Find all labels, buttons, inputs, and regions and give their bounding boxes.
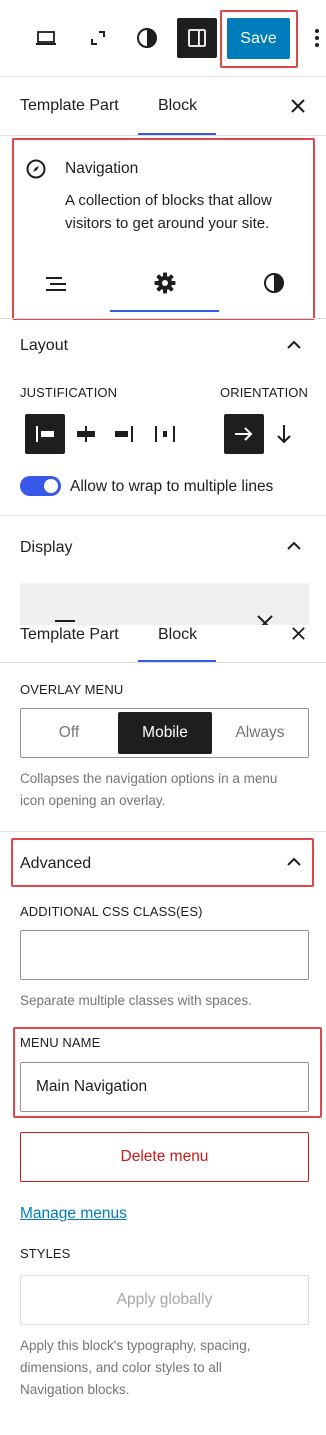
apply-globally-label: Apply globally — [116, 1291, 213, 1308]
advanced-collapse-toggle[interactable] — [282, 850, 306, 874]
sidebar-icon — [188, 29, 206, 47]
fullscreen-icon — [91, 31, 105, 45]
compass-icon — [26, 159, 46, 179]
justify-center-button[interactable] — [72, 414, 100, 454]
tabs-divider — [0, 135, 326, 136]
display-preview-area — [20, 583, 309, 625]
chevron-up-icon — [287, 857, 301, 866]
delete-menu-label: Delete menu — [120, 1148, 209, 1165]
overlay-option-always[interactable]: Always — [212, 709, 308, 757]
toolbar-divider — [0, 76, 326, 77]
arrow-right-icon — [235, 427, 253, 441]
styles-label: STYLES — [20, 1246, 71, 1261]
tab-block[interactable]: Block — [158, 97, 197, 115]
tab-template-part[interactable]: Template Part — [20, 97, 119, 115]
orientation-label: ORIENTATION — [220, 385, 309, 400]
tab-list-view[interactable] — [40, 270, 72, 298]
close-sidebar-button[interactable] — [286, 94, 310, 118]
block-card-divider — [0, 318, 326, 319]
css-class-input[interactable] — [20, 930, 309, 980]
delete-menu-button[interactable]: Delete menu — [20, 1132, 309, 1182]
list-view-icon — [46, 277, 66, 291]
apply-help-line3: Navigation blocks. — [20, 1382, 130, 1397]
justify-center-icon — [77, 426, 95, 442]
block-card-description-line2: visitors to get around your site. — [65, 215, 270, 232]
justify-space-between-icon — [155, 426, 175, 442]
css-class-label: ADDITIONAL CSS CLASS(ES) — [20, 904, 203, 919]
close-icon — [291, 99, 305, 113]
overlay-divider — [0, 831, 326, 832]
justify-left-icon — [36, 426, 54, 442]
tab-styles[interactable] — [259, 268, 289, 298]
fullscreen-button[interactable] — [82, 22, 114, 54]
menu-name-input[interactable] — [20, 1062, 309, 1112]
menu-name-label: MENU NAME — [20, 1035, 101, 1050]
styles-button[interactable] — [131, 22, 163, 54]
overlay-option-off[interactable]: Off — [21, 709, 117, 757]
overlay-option-mobile[interactable]: Mobile — [118, 712, 212, 754]
orientation-horizontal-button[interactable] — [224, 414, 264, 454]
tab-settings[interactable] — [150, 268, 180, 298]
justify-right-icon — [115, 426, 133, 442]
display-panel-title[interactable]: Display — [20, 539, 72, 557]
tab-template-part-second[interactable]: Template Part — [20, 626, 119, 644]
settings-sidebar-button[interactable] — [177, 18, 217, 58]
tab-block-second[interactable]: Block — [158, 626, 197, 644]
close-icon — [291, 626, 305, 640]
display-preview-close-icon — [257, 615, 273, 625]
block-card-icon — [24, 157, 48, 181]
justify-space-between-button[interactable] — [150, 414, 180, 454]
display-collapse-toggle[interactable] — [282, 534, 306, 558]
arrow-down-icon — [277, 425, 291, 444]
css-class-help: Separate multiple classes with spaces. — [20, 993, 252, 1008]
overlay-help-line2: icon opening an overlay. — [20, 793, 166, 808]
overlay-option-always-label: Always — [235, 724, 285, 741]
advanced-panel-title[interactable]: Advanced — [20, 855, 91, 873]
layout-panel-title[interactable]: Layout — [20, 337, 68, 355]
justify-right-button[interactable] — [110, 414, 138, 454]
overlay-option-off-label: Off — [58, 724, 80, 741]
desktop-preview-button[interactable] — [30, 22, 62, 54]
block-card-title: Navigation — [65, 160, 139, 177]
contrast-icon — [137, 28, 157, 48]
layout-divider — [0, 515, 326, 516]
wrap-toggle-label: Allow to wrap to multiple lines — [70, 478, 274, 495]
tab-settings-underline — [110, 310, 219, 312]
apply-help-line2: dimensions, and color styles to all — [20, 1360, 222, 1375]
justify-left-button[interactable] — [25, 414, 65, 454]
more-options-button[interactable] — [308, 22, 326, 54]
wrap-toggle[interactable] — [20, 476, 61, 496]
save-button-label: Save — [240, 29, 277, 47]
chevron-up-icon — [287, 541, 301, 550]
more-icon — [315, 29, 319, 47]
apply-globally-button[interactable]: Apply globally — [20, 1275, 309, 1325]
gear-icon — [154, 272, 176, 294]
block-card-description-line1: A collection of blocks that allow — [65, 192, 272, 209]
contrast-icon — [264, 273, 284, 293]
desktop-icon — [36, 31, 56, 45]
orientation-vertical-button[interactable] — [272, 414, 296, 454]
display-preview-line — [55, 620, 75, 622]
chevron-up-icon — [287, 340, 301, 349]
save-button[interactable]: Save — [227, 18, 290, 59]
overlay-option-mobile-label: Mobile — [142, 724, 188, 741]
layout-collapse-toggle[interactable] — [282, 333, 306, 357]
second-tabs-divider — [0, 662, 326, 663]
apply-help-line1: Apply this block's typography, spacing, — [20, 1338, 251, 1353]
overlay-menu-segmented: Off Mobile Always — [20, 708, 309, 758]
justification-label: JUSTIFICATION — [20, 385, 118, 400]
manage-menus-link[interactable]: Manage menus — [20, 1205, 127, 1223]
close-sidebar-button-second[interactable] — [287, 622, 309, 644]
wrap-toggle-knob — [44, 479, 58, 493]
overlay-menu-label: OVERLAY MENU — [20, 682, 124, 697]
overlay-help-line1: Collapses the navigation options in a me… — [20, 771, 278, 786]
